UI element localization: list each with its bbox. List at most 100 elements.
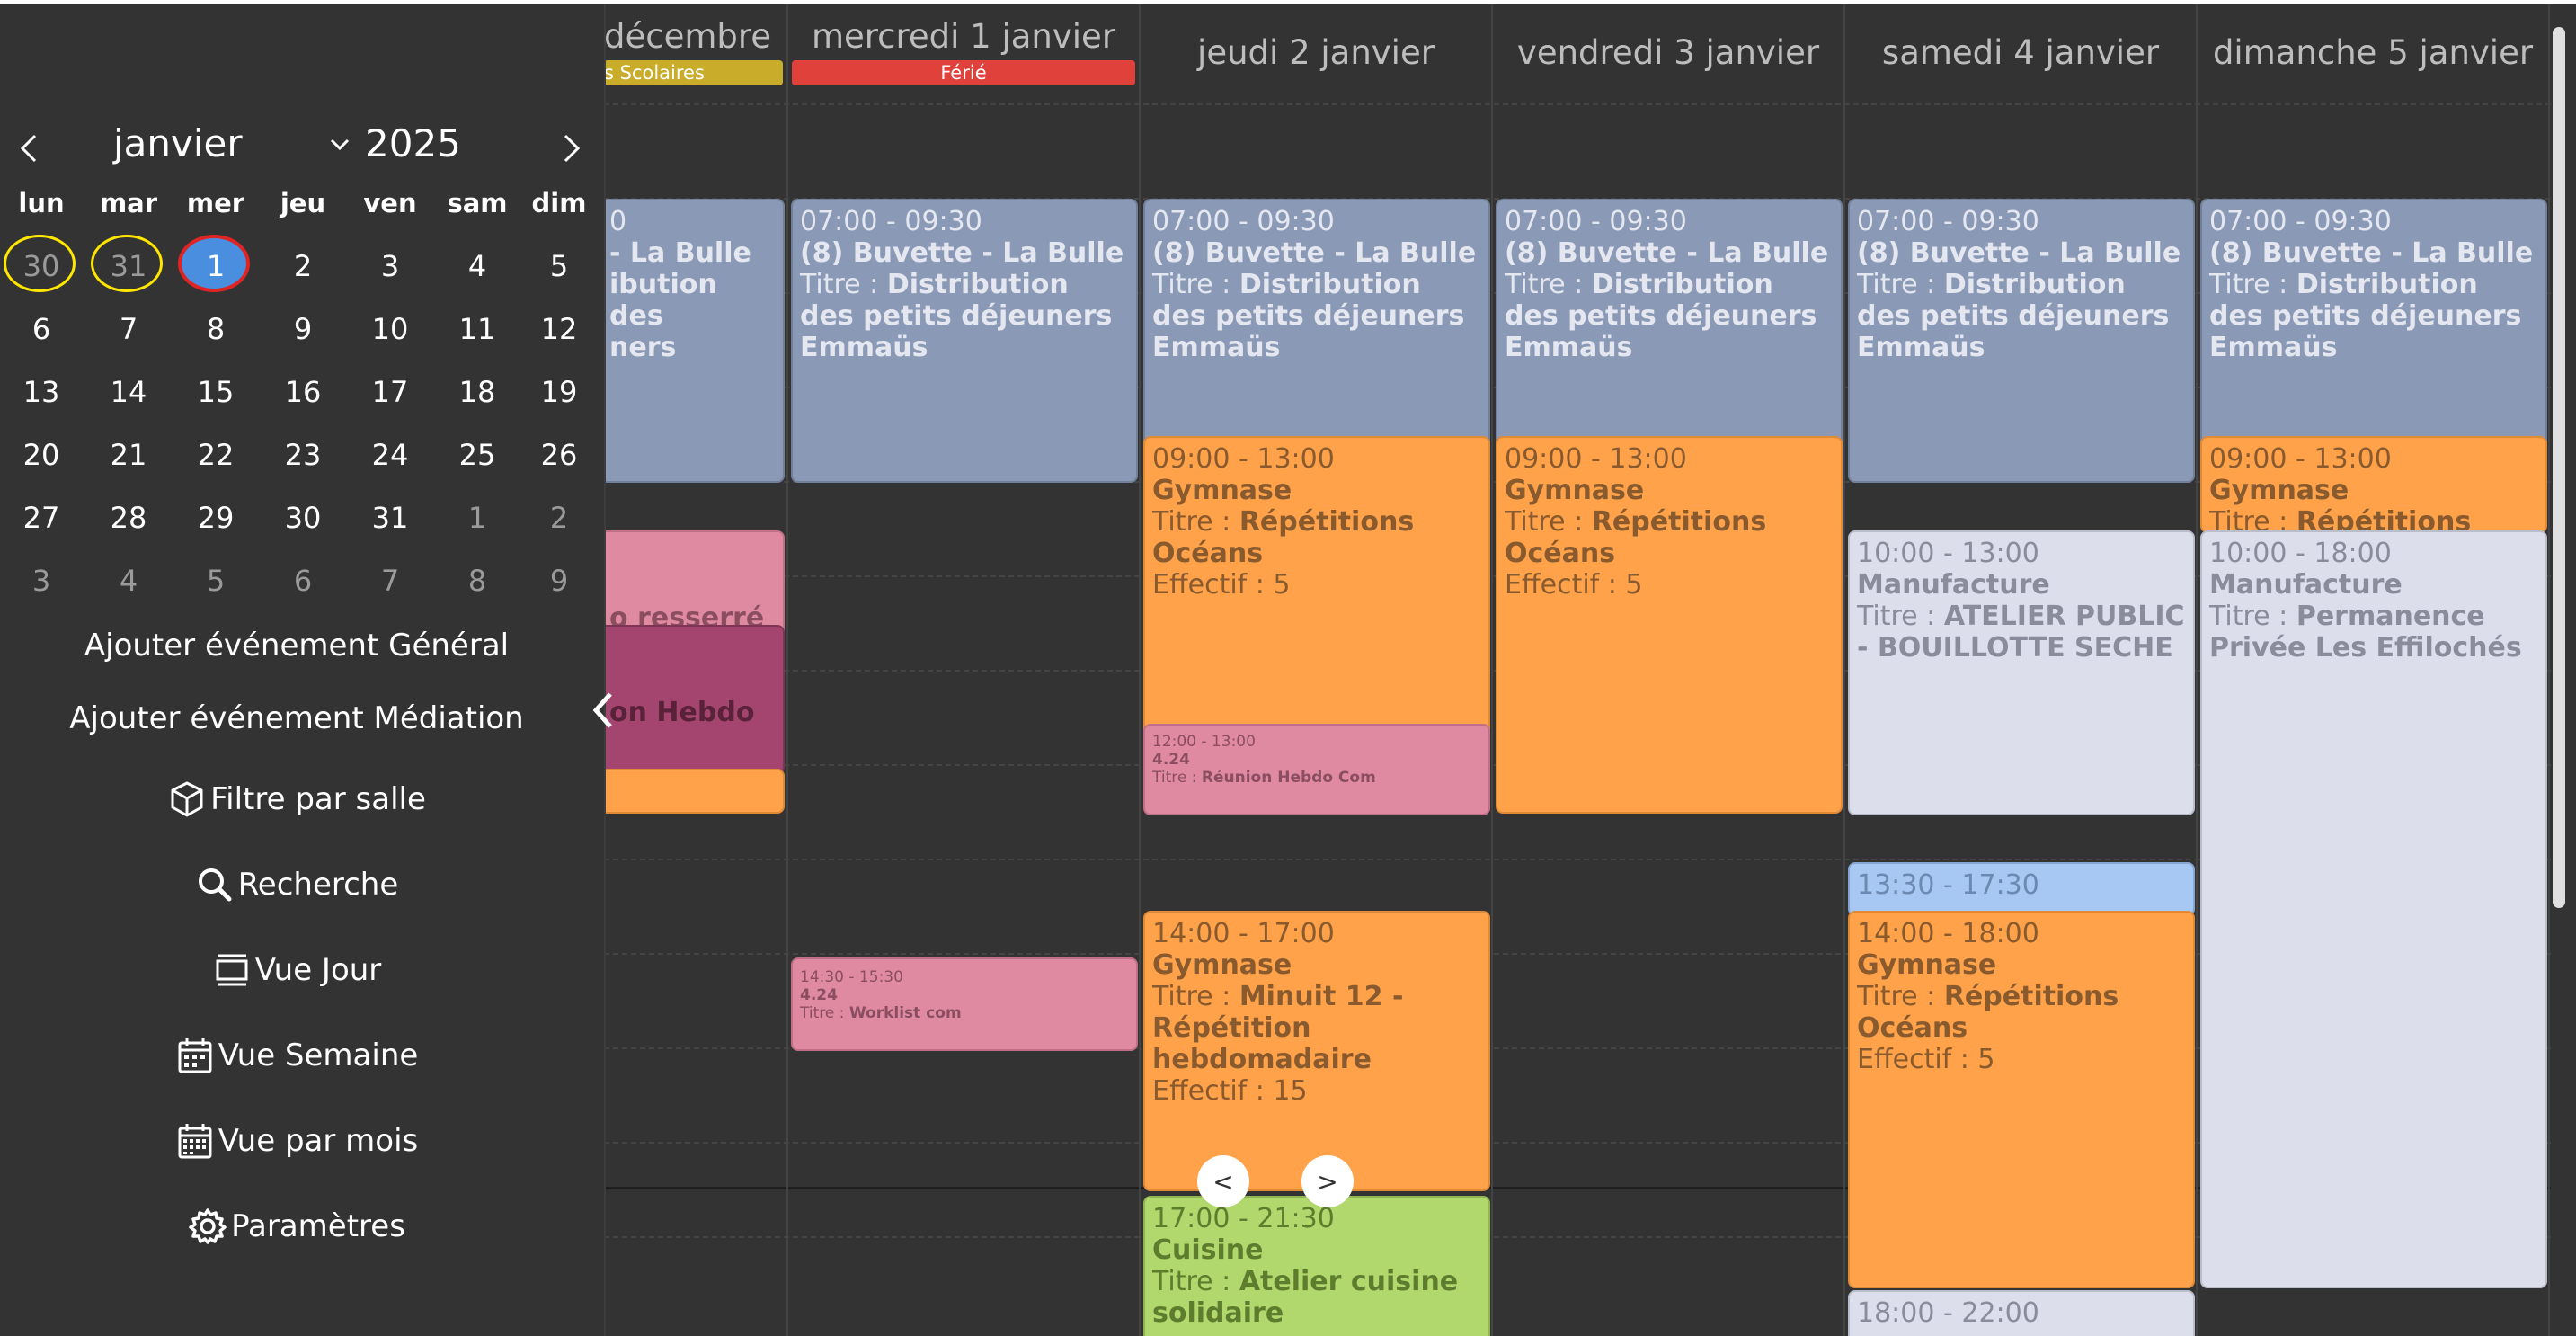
year-label[interactable]: 2025: [365, 121, 461, 165]
event-place: (8) Buvette - La Bulle: [800, 237, 1124, 269]
event-card[interactable]: 0 - La Bulle ibution des ners: [604, 199, 785, 483]
event-title: Worklist com: [848, 1004, 962, 1022]
month-view-button[interactable]: Vue par mois: [0, 1112, 593, 1170]
calendar-day[interactable]: 4: [436, 235, 519, 298]
event-card[interactable]: o resserré: [604, 530, 785, 638]
calendar-day[interactable]: 21: [87, 423, 170, 486]
calendar-day[interactable]: 28: [87, 486, 170, 549]
calendar-day[interactable]: 31: [87, 235, 170, 298]
add-mediation-event-label: Ajouter événement Médiation: [69, 700, 524, 736]
calendar-day[interactable]: 1: [174, 235, 257, 298]
day-header[interactable]: jeudi 2 janvier: [1141, 4, 1493, 103]
event-card[interactable]: 12:00 - 13:00 4.24 Titre : Réunion Hebdo…: [1143, 724, 1490, 815]
day-header[interactable]: décembre s Scolaires: [604, 4, 788, 103]
event-place: Gymnase: [1152, 475, 1292, 506]
calendar-day[interactable]: 25: [436, 423, 519, 486]
calendar-day[interactable]: 13: [0, 361, 83, 423]
prev-month-button[interactable]: [11, 121, 47, 175]
calendar-day-label: 20: [22, 438, 60, 472]
calendar-day[interactable]: 24: [349, 423, 431, 486]
calendar-day[interactable]: 7: [349, 549, 431, 612]
scroll-next-button[interactable]: >: [1301, 1155, 1354, 1207]
holiday-badge: Férié: [792, 60, 1135, 85]
calendar-day[interactable]: 2: [518, 486, 600, 549]
calendar-day[interactable]: 11: [436, 298, 519, 361]
calendar-day[interactable]: 3: [0, 549, 83, 612]
vertical-scrollbar[interactable]: [2553, 27, 2565, 908]
event-time: 07:00 - 09:30: [2209, 206, 2392, 237]
calendar-day[interactable]: 9: [262, 298, 344, 361]
calendar-day[interactable]: 20: [0, 423, 83, 486]
calendar-day-label: 17: [371, 375, 409, 409]
month-view-label: Vue par mois: [218, 1123, 419, 1159]
event-card[interactable]: 09:00 - 13:00 Gymnase Titre : Répétition…: [2200, 436, 2547, 533]
event-card[interactable]: 09:00 - 13:00 Gymnase Titre : Répétition…: [1496, 436, 1843, 814]
calendar-day[interactable]: 17: [349, 361, 431, 423]
calendar-week-row: 13 14 15 16 17 18 19: [0, 361, 593, 423]
week-view-button[interactable]: Vue Semaine: [0, 1027, 593, 1084]
event-card[interactable]: 07:00 - 09:30 (8) Buvette - La Bulle Tit…: [1848, 199, 2195, 483]
calendar-day[interactable]: 9: [518, 549, 600, 612]
calendar-day[interactable]: 8: [436, 549, 519, 612]
calendar-day[interactable]: 30: [262, 486, 344, 549]
calendar-day[interactable]: 30: [0, 235, 83, 298]
calendar-day[interactable]: 16: [262, 361, 344, 423]
day-header[interactable]: samedi 4 janvier: [1845, 4, 2198, 103]
event-card[interactable]: 14:00 - 17:00 Gymnase Titre : Minuit 12 …: [1143, 911, 1490, 1191]
calendar-day[interactable]: 27: [0, 486, 83, 549]
event-time: 18:00 - 22:00: [1857, 1297, 2039, 1329]
event-card[interactable]: 14:30 - 15:30 4.24 Titre : Worklist com: [791, 957, 1138, 1051]
calendar-day[interactable]: 10: [349, 298, 431, 361]
calendar-day[interactable]: 26: [518, 423, 600, 486]
event-title: Répétitions: [2296, 506, 2472, 533]
calendar-day[interactable]: 31: [349, 486, 431, 549]
event-card[interactable]: 18:00 - 22:00: [1848, 1290, 2195, 1336]
calendar-day[interactable]: 5: [174, 549, 257, 612]
month-select[interactable]: janvier: [113, 116, 356, 174]
calendar-day[interactable]: 12: [518, 298, 600, 361]
event-card[interactable]: [604, 769, 785, 814]
gear-icon: [189, 1208, 227, 1244]
calendar-day[interactable]: 14: [87, 361, 170, 423]
event-place: Gymnase: [1857, 949, 1997, 981]
collapse-sidebar-button[interactable]: [582, 683, 622, 737]
event-card[interactable]: 07:00 - 09:30 (8) Buvette - La Bulle Tit…: [791, 199, 1138, 483]
calendar-day-label: 18: [458, 375, 496, 409]
calendar-day[interactable]: 2: [262, 235, 344, 298]
scroll-prev-button[interactable]: <: [1197, 1155, 1249, 1207]
calendar-day[interactable]: 8: [174, 298, 257, 361]
event-card[interactable]: 13:30 - 17:30: [1848, 862, 2195, 916]
event-time: 10:00 - 13:00: [1857, 538, 2039, 569]
calendar-day[interactable]: 18: [436, 361, 519, 423]
day-header[interactable]: dimanche 5 janvier: [2198, 4, 2550, 103]
settings-button[interactable]: Paramètres: [0, 1198, 593, 1255]
day-view-button[interactable]: Vue Jour: [0, 941, 593, 999]
event-card[interactable]: on Hebdo: [604, 625, 785, 774]
calendar-day[interactable]: 7: [87, 298, 170, 361]
search-button[interactable]: Recherche: [0, 856, 593, 913]
calendar-day[interactable]: 29: [174, 486, 257, 549]
next-month-button[interactable]: [554, 121, 590, 175]
event-card[interactable]: 14:00 - 18:00 Gymnase Titre : Répétition…: [1848, 911, 2195, 1288]
calendar-day[interactable]: 5: [518, 235, 600, 298]
calendar-day[interactable]: 15: [174, 361, 257, 423]
day-header[interactable]: vendredi 3 janvier: [1493, 4, 1845, 103]
event-card[interactable]: 10:00 - 13:00 Manufacture Titre : ATELIE…: [1848, 530, 2195, 815]
calendar-day[interactable]: 4: [87, 549, 170, 612]
filter-room-button[interactable]: Filtre par salle: [0, 770, 593, 828]
calendar-day[interactable]: 6: [262, 549, 344, 612]
event-card[interactable]: 17:00 - 21:30 Cuisine Titre : Atelier cu…: [1143, 1196, 1490, 1336]
calendar-day[interactable]: 6: [0, 298, 83, 361]
event-time: 09:00 - 13:00: [1152, 443, 1335, 475]
calendar-day[interactable]: 1: [436, 486, 519, 549]
add-mediation-event-button[interactable]: Ajouter événement Médiation: [0, 690, 593, 747]
calendar-day[interactable]: 3: [349, 235, 431, 298]
day-header-label: vendredi 3 janvier: [1516, 33, 1820, 72]
calendar-day[interactable]: 22: [174, 423, 257, 486]
calendar-day[interactable]: 23: [262, 423, 344, 486]
event-time: 07:00 - 09:30: [1505, 206, 1687, 237]
event-card[interactable]: 10:00 - 18:00 Manufacture Titre : Perman…: [2200, 530, 2547, 1288]
calendar-day[interactable]: 19: [518, 361, 600, 423]
day-header[interactable]: mercredi 1 janvier Férié: [788, 4, 1141, 103]
add-general-event-button[interactable]: Ajouter événement Général: [0, 617, 593, 674]
